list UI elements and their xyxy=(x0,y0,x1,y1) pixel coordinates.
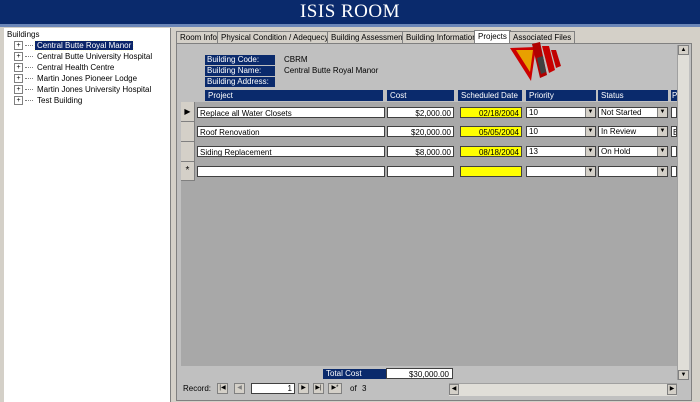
tree-item-label: Test Building xyxy=(37,96,83,105)
red-arrow-stripes-icon xyxy=(510,42,561,81)
priority-combo[interactable]: 10 ▼ xyxy=(526,126,596,137)
total-cost-value: $30,000.00 xyxy=(386,368,453,379)
chevron-down-icon[interactable]: ▼ xyxy=(585,108,595,117)
new-status-combo[interactable]: ▼ xyxy=(598,166,668,177)
scheduled-date-field[interactable]: 02/18/2004 xyxy=(460,107,522,118)
building-code-label: Building Code: xyxy=(205,55,275,65)
cost-field[interactable]: $8,000.00 xyxy=(387,146,454,157)
previous-record-icon[interactable]: ◀ xyxy=(234,383,245,394)
row-selector-new[interactable]: * xyxy=(181,162,195,181)
tree-item-label: Central Butte Royal Manor xyxy=(33,40,135,51)
column-header-priority: Priority xyxy=(526,90,596,101)
tab-projects[interactable]: Projects xyxy=(474,30,511,44)
projects-subform xyxy=(181,102,686,366)
chevron-down-icon[interactable]: ▼ xyxy=(657,108,667,117)
horizontal-scrollbar[interactable]: ◀ ▶ xyxy=(449,383,677,396)
scroll-right-icon[interactable]: ▶ xyxy=(667,384,677,395)
total-cost-label: Total Cost xyxy=(323,369,388,379)
priority-value: 10 xyxy=(529,127,538,136)
building-name-label: Building Name: xyxy=(205,66,275,76)
last-record-icon[interactable]: ▶| xyxy=(313,383,324,394)
project-field[interactable]: Replace all Water Closets xyxy=(197,107,385,118)
chevron-down-icon[interactable]: ▼ xyxy=(585,127,595,136)
status-value: Not Started xyxy=(601,108,642,117)
chevron-down-icon[interactable]: ▼ xyxy=(657,167,667,176)
new-project-field[interactable] xyxy=(197,166,385,177)
next-record-icon[interactable]: ▶ xyxy=(298,383,309,394)
priority-value: 13 xyxy=(529,147,538,156)
chevron-down-icon[interactable]: ▼ xyxy=(585,167,595,176)
building-code-value: CBRM xyxy=(284,55,308,64)
row-selector[interactable] xyxy=(181,122,195,142)
new-priority-combo[interactable]: ▼ xyxy=(526,166,596,177)
scheduled-date-field[interactable]: 05/05/2004 xyxy=(460,126,522,137)
building-address-label: Building Address: xyxy=(205,77,275,87)
first-record-icon[interactable]: |◀ xyxy=(217,383,228,394)
tree-item-label: Martin Jones Pioneer Lodge xyxy=(37,74,138,83)
priority-value: 10 xyxy=(529,108,538,117)
record-nav-label: Record: xyxy=(183,384,212,393)
project-field[interactable]: Siding Replacement xyxy=(197,146,385,157)
cost-field[interactable]: $2,000.00 xyxy=(387,107,454,118)
column-header-cost: Cost xyxy=(387,90,454,101)
building-name-value: Central Butte Royal Manor xyxy=(284,66,379,75)
tree-title: Buildings xyxy=(7,30,40,39)
cost-field[interactable]: $20,000.00 xyxy=(387,126,454,137)
tree-item-building[interactable]: + Martin Jones Pioneer Lodge xyxy=(14,73,139,84)
app-title: ISIS ROOM xyxy=(0,0,700,27)
row-selector[interactable] xyxy=(181,142,195,162)
new-record-icon[interactable]: ▶* xyxy=(328,383,342,394)
scroll-left-icon[interactable]: ◀ xyxy=(449,384,459,395)
tree-item-label: Central Butte University Hospital xyxy=(37,52,153,61)
new-scheduled-date-field[interactable] xyxy=(460,166,522,177)
status-value: On Hold xyxy=(601,147,631,156)
expand-icon[interactable]: + xyxy=(14,52,23,62)
expand-icon[interactable]: + xyxy=(14,85,23,95)
chevron-down-icon[interactable]: ▼ xyxy=(657,127,667,136)
status-value: In Review xyxy=(601,127,637,136)
column-header-scheduled-date: Scheduled Date xyxy=(458,90,522,101)
record-of-label: of xyxy=(350,384,357,393)
scheduled-date-field[interactable]: 08/18/2004 xyxy=(460,146,522,157)
tree-item-building[interactable]: + Central Butte Royal Manor xyxy=(14,40,135,51)
column-header-project: Project xyxy=(205,90,383,101)
row-selector-current[interactable]: ▶ xyxy=(181,102,195,122)
expand-icon[interactable]: + xyxy=(14,74,23,84)
expand-icon[interactable]: + xyxy=(14,63,23,73)
tree-item-label: Martin Jones University Hospital xyxy=(37,85,152,94)
tree-item-building[interactable]: + Central Health Centre xyxy=(14,62,116,73)
scroll-up-icon[interactable]: ▲ xyxy=(678,45,689,55)
record-count: 3 xyxy=(362,384,367,393)
priority-combo[interactable]: 10 ▼ xyxy=(526,107,596,118)
tree-item-building[interactable]: + Martin Jones University Hospital xyxy=(14,84,153,95)
chevron-down-icon[interactable]: ▼ xyxy=(657,147,667,156)
new-cost-field[interactable] xyxy=(387,166,454,177)
tree-item-building[interactable]: + Central Butte University Hospital xyxy=(14,51,154,62)
column-header-status: Status xyxy=(598,90,668,101)
status-combo[interactable]: On Hold ▼ xyxy=(598,146,668,157)
buildings-tree: Buildings + Central Butte Royal Manor + Ce… xyxy=(4,28,171,402)
project-field[interactable]: Roof Renovation xyxy=(197,126,385,137)
status-combo[interactable]: Not Started ▼ xyxy=(598,107,668,118)
expand-icon[interactable]: + xyxy=(14,41,23,51)
priority-combo[interactable]: 13 ▼ xyxy=(526,146,596,157)
status-combo[interactable]: In Review ▼ xyxy=(598,126,668,137)
tree-item-building[interactable]: + Test Building xyxy=(14,95,84,106)
vertical-scrollbar[interactable]: ▲ ▼ xyxy=(677,45,689,380)
tree-item-label: Central Health Centre xyxy=(37,63,115,72)
expand-icon[interactable]: + xyxy=(14,96,23,106)
record-number-field[interactable]: 1 xyxy=(251,383,295,394)
chevron-down-icon[interactable]: ▼ xyxy=(585,147,595,156)
scroll-down-icon[interactable]: ▼ xyxy=(678,370,689,380)
